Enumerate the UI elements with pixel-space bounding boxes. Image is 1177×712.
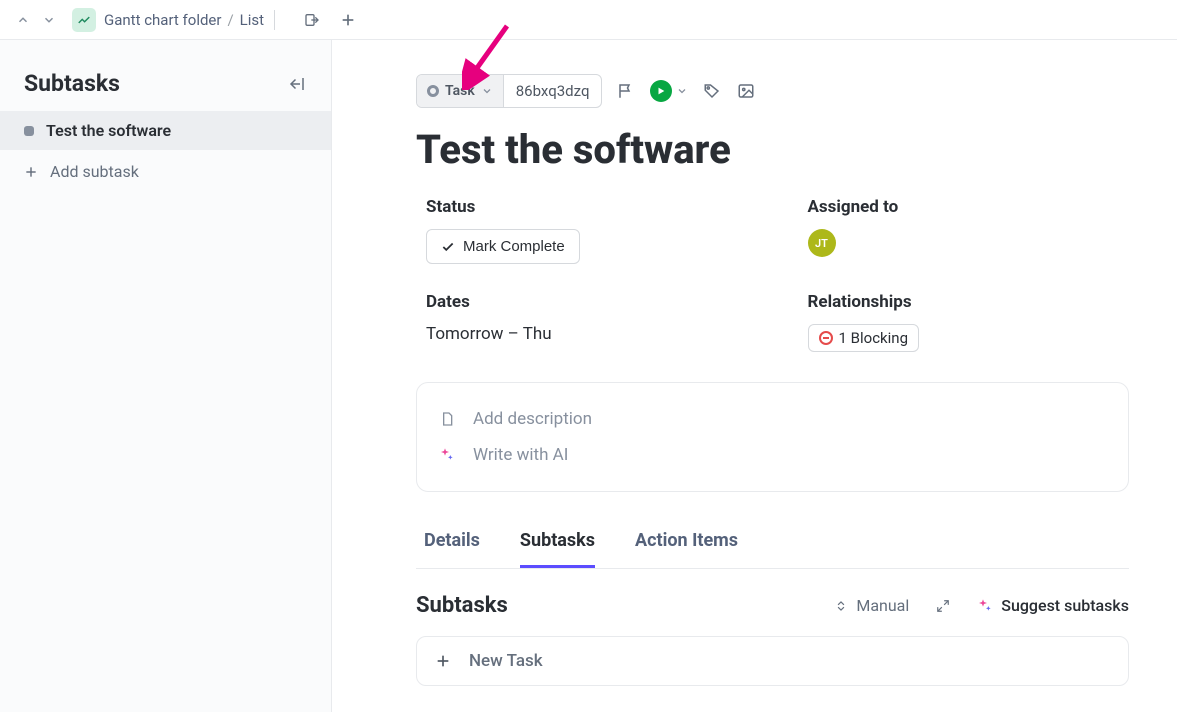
write-with-ai-label: Write with AI xyxy=(473,445,568,465)
start-timer-button[interactable] xyxy=(650,80,672,102)
dates-field: Dates Tomorrow – Thu xyxy=(426,292,748,352)
relationship-chip[interactable]: 1 Blocking xyxy=(808,324,920,352)
side-panel: Subtasks Test the software Add subtask xyxy=(0,40,332,712)
top-bar: Gantt chart folder / List xyxy=(0,0,1177,40)
sparkle-icon xyxy=(437,445,457,465)
expand-icon[interactable] xyxy=(935,598,951,614)
new-task-label: New Task xyxy=(469,651,543,671)
move-out-icon[interactable] xyxy=(303,11,321,29)
task-type-pill: Task 86bxq3dzq xyxy=(416,74,602,108)
task-title[interactable]: Test the software xyxy=(416,126,1129,173)
sparkle-icon xyxy=(977,598,993,614)
tag-icon[interactable] xyxy=(702,81,722,101)
divider xyxy=(274,10,275,30)
chevron-down-icon xyxy=(481,85,493,97)
task-type-label: Task xyxy=(445,83,475,99)
task-type-dropdown[interactable]: Task xyxy=(417,75,504,107)
task-id[interactable]: 86bxq3dzq xyxy=(504,75,602,107)
suggest-subtasks-label: Suggest subtasks xyxy=(1001,596,1129,615)
relationships-field: Relationships 1 Blocking xyxy=(808,292,1130,352)
image-icon[interactable] xyxy=(736,81,756,101)
side-panel-title: Subtasks xyxy=(24,70,120,97)
dates-value[interactable]: Tomorrow – Thu xyxy=(426,324,748,344)
dates-label: Dates xyxy=(426,292,748,312)
mark-complete-label: Mark Complete xyxy=(463,238,565,255)
add-description-label: Add description xyxy=(473,409,592,429)
tab-details[interactable]: Details xyxy=(424,520,480,568)
flag-icon[interactable] xyxy=(616,81,636,101)
mark-complete-button[interactable]: Mark Complete xyxy=(426,229,580,264)
description-box: Add description Write with AI xyxy=(416,382,1129,492)
status-circle-icon xyxy=(427,85,439,97)
plus-icon xyxy=(435,653,451,669)
check-icon xyxy=(441,240,455,254)
write-with-ai-button[interactable]: Write with AI xyxy=(437,437,1108,473)
breadcrumb-separator: / xyxy=(227,11,233,29)
document-icon xyxy=(437,409,457,429)
collapse-panel-icon[interactable] xyxy=(287,74,307,94)
sort-label: Manual xyxy=(856,596,909,615)
plus-icon[interactable] xyxy=(339,11,357,29)
status-field: Status Mark Complete xyxy=(426,197,748,264)
subtasks-heading: Subtasks xyxy=(416,593,508,618)
assigned-field: Assigned to JT xyxy=(808,197,1130,264)
tab-action-items[interactable]: Action Items xyxy=(635,520,738,568)
nav-next-icon[interactable] xyxy=(40,11,58,29)
assignee-avatar[interactable]: JT xyxy=(808,229,836,257)
status-dot-icon xyxy=(24,126,34,136)
add-description-button[interactable]: Add description xyxy=(437,401,1108,437)
blocking-icon xyxy=(819,331,833,345)
sidebar-subtask-label: Test the software xyxy=(46,121,171,140)
nav-prev-icon[interactable] xyxy=(14,11,32,29)
add-subtask-label: Add subtask xyxy=(50,162,139,181)
sort-dropdown[interactable]: Manual xyxy=(834,596,909,615)
breadcrumb: Gantt chart folder / List xyxy=(104,11,264,29)
relationships-label: Relationships xyxy=(808,292,1130,312)
assigned-label: Assigned to xyxy=(808,197,1130,217)
sort-icon xyxy=(834,599,848,613)
folder-chart-icon[interactable] xyxy=(72,8,96,32)
new-task-button[interactable]: New Task xyxy=(416,636,1129,686)
status-label: Status xyxy=(426,197,748,217)
plus-small-icon xyxy=(24,165,38,179)
relationship-value: 1 Blocking xyxy=(839,329,909,347)
suggest-subtasks-button[interactable]: Suggest subtasks xyxy=(977,596,1129,615)
main-panel: Task 86bxq3dzq xyxy=(332,40,1177,712)
tab-subtasks[interactable]: Subtasks xyxy=(520,520,595,568)
breadcrumb-folder[interactable]: Gantt chart folder xyxy=(104,11,221,29)
add-subtask-button[interactable]: Add subtask xyxy=(0,150,331,193)
sidebar-subtask-item[interactable]: Test the software xyxy=(0,111,331,150)
breadcrumb-view[interactable]: List xyxy=(240,11,264,29)
timer-dropdown-icon[interactable] xyxy=(676,82,688,101)
tabs: Details Subtasks Action Items xyxy=(416,520,1129,569)
